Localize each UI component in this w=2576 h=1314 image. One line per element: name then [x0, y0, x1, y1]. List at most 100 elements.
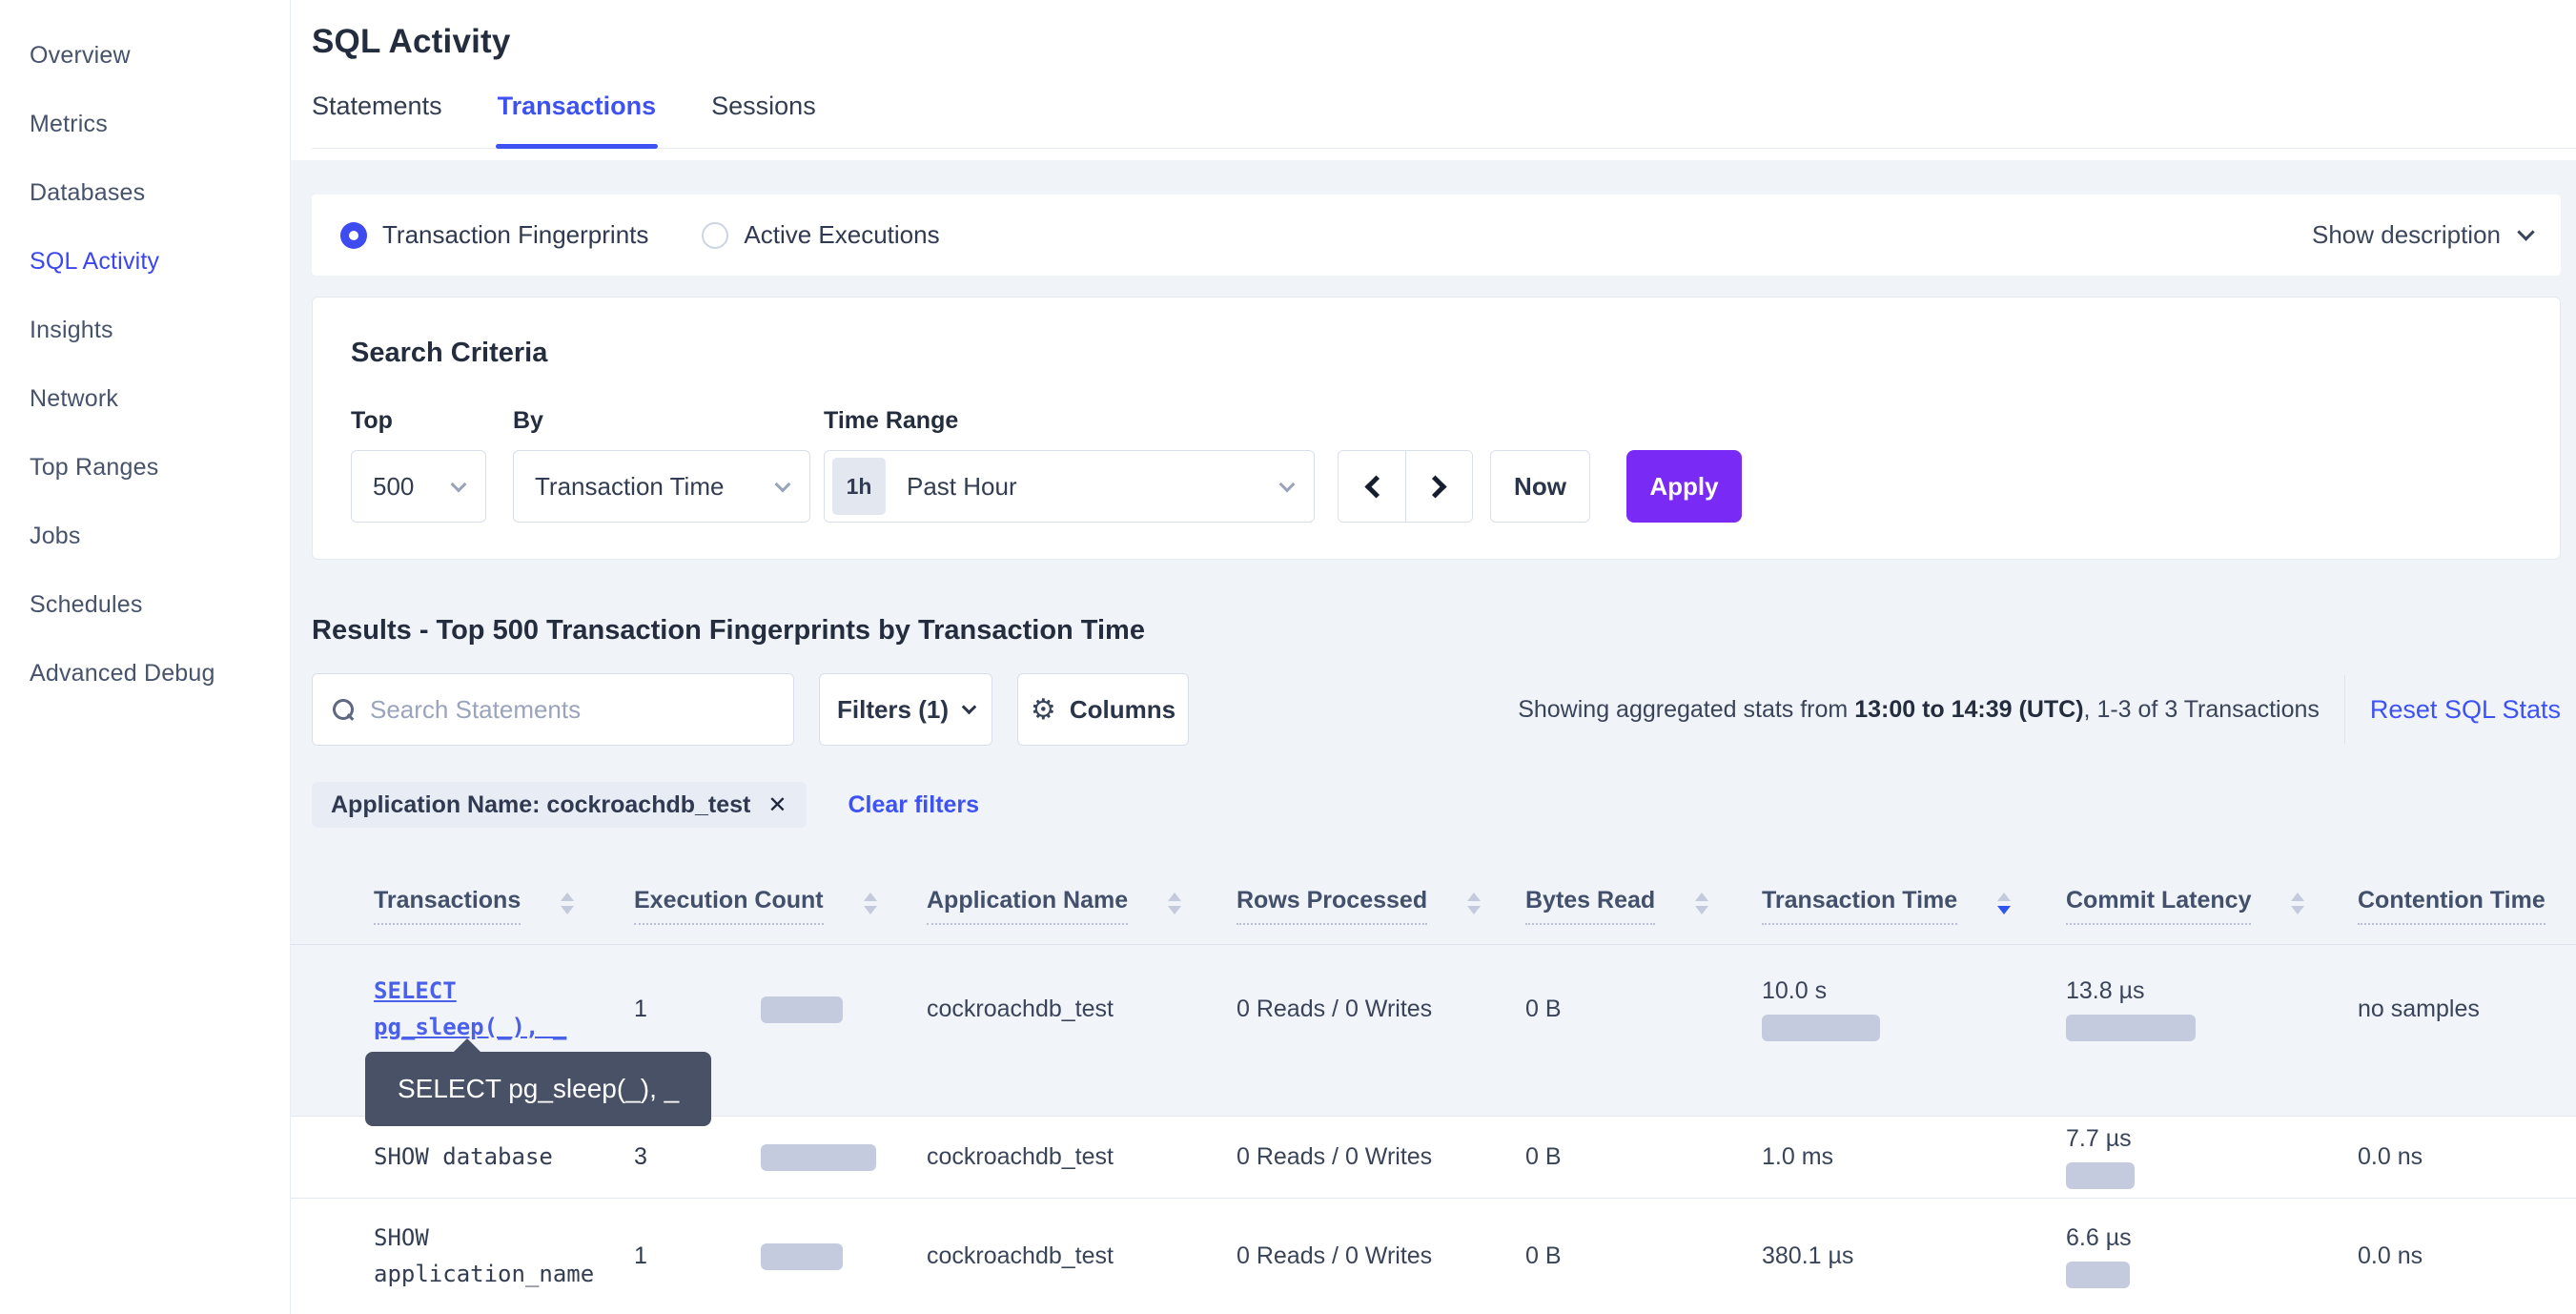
page-title: SQL Activity: [312, 23, 2576, 61]
content-area: Transaction Fingerprints Active Executio…: [291, 160, 2576, 1314]
column-header-label: Application Name: [927, 887, 1128, 925]
column-header-application-name[interactable]: Application Name: [927, 887, 1237, 925]
column-header-execution-count[interactable]: Execution Count: [634, 887, 927, 925]
sort-arrows-icon[interactable]: [1997, 893, 2011, 914]
column-header-transactions[interactable]: Transactions: [374, 887, 634, 925]
apply-button[interactable]: Apply: [1626, 450, 1742, 523]
transaction-fingerprint[interactable]: SHOW application_name: [374, 1224, 594, 1286]
close-icon[interactable]: ✕: [767, 791, 787, 819]
column-header-label: Contention Time: [2358, 887, 2545, 925]
radio-option-active-executions[interactable]: Active Executions: [702, 220, 939, 250]
execution-count-value: 3: [634, 1143, 682, 1171]
sort-arrows-icon[interactable]: [864, 893, 877, 914]
sidebar: Overview Metrics Databases SQL ActivityInsi…: [0, 0, 291, 1314]
search-statements-input[interactable]: [370, 695, 774, 725]
commit-latency-value: 13.8 µs: [2066, 977, 2145, 1005]
commit-latency-cell: 13.8 µs: [2066, 977, 2358, 1083]
sidebar-item-insights[interactable]: Insights: [0, 296, 290, 364]
rows-processed-cell: 0 Reads / 0 Writes: [1237, 1143, 1525, 1171]
transaction-time-value: 380.1 µs: [1762, 1242, 1853, 1270]
clear-filters-link[interactable]: Clear filters: [848, 791, 980, 819]
chevron-down-icon: [775, 477, 791, 493]
reset-sql-stats-link[interactable]: Reset SQL Stats: [2370, 695, 2561, 725]
toolbar-right: Showing aggregated stats from 13:00 to 1…: [1518, 675, 2561, 744]
sort-arrows-icon[interactable]: [1695, 893, 1708, 914]
radio-option-label: Transaction Fingerprints: [382, 220, 648, 250]
transaction-fingerprint[interactable]: SHOW database: [374, 1143, 553, 1170]
main-area: SQL Activity Statements Transactions Sessi…: [291, 0, 2576, 1314]
gear-icon: ⚙: [1031, 693, 1056, 727]
top-select[interactable]: 500: [351, 450, 486, 523]
sidebar-item-label: Databases: [30, 179, 145, 207]
transactions-table: Transactions Execution Count Application…: [291, 868, 2576, 1314]
time-range-pager: [1338, 450, 1473, 523]
show-description-toggle[interactable]: Show description: [2312, 220, 2532, 250]
sidebar-item-databases[interactable]: Databases: [0, 158, 290, 227]
radio-option-label: Active Executions: [744, 220, 939, 250]
app-root: OverviewMetricsDatabasesSQL ActivityInsi…: [0, 0, 2576, 1314]
rows-processed-cell: 0 Reads / 0 Writes: [1237, 996, 1525, 1065]
sidebar-item-top-ranges[interactable]: Top Ranges: [0, 433, 290, 502]
column-header-contention-time[interactable]: Contention Time: [2358, 887, 2561, 925]
results-toolbar: Filters (1) ⚙ Columns Showing aggregated…: [312, 673, 2561, 746]
radio-option-transaction-fingerprints[interactable]: Transaction Fingerprints: [340, 220, 648, 250]
radio-icon: [702, 222, 728, 249]
tab-statements[interactable]: Statements: [312, 92, 442, 148]
execution-count-bar: [761, 1243, 843, 1270]
sidebar-item-overview[interactable]: Overview: [0, 21, 290, 90]
application-name-cell: cockroachdb_test: [927, 1143, 1237, 1171]
top-select-value: 500: [373, 472, 414, 502]
sort-arrows-icon[interactable]: [2291, 893, 2304, 914]
tab-transactions[interactable]: Transactions: [498, 92, 657, 148]
execution-count-cell: 3: [634, 1143, 927, 1171]
columns-button-label: Columns: [1070, 695, 1176, 725]
radio-icon: [340, 222, 367, 249]
view-toggle-radios: Transaction Fingerprints Active Executio…: [340, 220, 993, 250]
sort-arrows-icon[interactable]: [1467, 893, 1481, 914]
by-field: By Transaction Time: [513, 407, 810, 523]
sidebar-item-network[interactable]: Network: [0, 364, 290, 433]
sidebar-item-metrics[interactable]: Metrics: [0, 90, 290, 158]
column-header-transaction-time[interactable]: Transaction Time: [1762, 887, 2066, 925]
column-header-bytes-read[interactable]: Bytes Read: [1525, 887, 1762, 925]
view-toggle-bar: Transaction Fingerprints Active Executio…: [312, 195, 2561, 276]
now-button[interactable]: Now: [1490, 450, 1590, 523]
chevron-down-icon: [962, 700, 977, 715]
application-name-cell: cockroachdb_test: [927, 1242, 1237, 1270]
sort-arrows-icon[interactable]: [561, 893, 574, 914]
filters-button[interactable]: Filters (1): [819, 673, 992, 746]
filter-chip-application-name[interactable]: Application Name: cockroachdb_test ✕: [312, 782, 807, 828]
next-time-button[interactable]: [1405, 451, 1472, 522]
sidebar-item-label: Metrics: [30, 111, 108, 138]
chevron-down-icon: [1279, 477, 1296, 493]
prev-time-button[interactable]: [1339, 451, 1405, 522]
time-range-field: Time Range 1h Past Hour: [824, 407, 1315, 523]
commit-latency-bar: [2066, 1162, 2135, 1189]
columns-button[interactable]: ⚙ Columns: [1017, 673, 1189, 746]
search-criteria-form: Top 500 By Transaction Time: [351, 407, 2522, 523]
sidebar-item-advanced-debug[interactable]: Advanced Debug: [0, 639, 290, 708]
chevron-down-icon: [451, 477, 467, 493]
transaction-fingerprint[interactable]: SELECT pg_sleep(_), _: [374, 977, 566, 1039]
tab-sessions[interactable]: Sessions: [711, 92, 816, 148]
transaction-time-cell: 380.1 µs: [1762, 1242, 2066, 1270]
sort-arrows-icon[interactable]: [1168, 893, 1181, 914]
contention-time-cell: 0.0 ns: [2358, 1143, 2561, 1171]
stats-range: 13:00 to 14:39 (UTC): [1854, 696, 2083, 723]
aggregated-stats-text: Showing aggregated stats from 13:00 to 1…: [1518, 696, 2320, 724]
sidebar-item-sql-activity[interactable]: SQL Activity: [0, 227, 290, 296]
commit-latency-cell: 6.6 µs: [2066, 1224, 2358, 1288]
chevron-right-icon: [1423, 475, 1446, 498]
active-filters-row: Application Name: cockroachdb_test ✕ Cle…: [312, 782, 2561, 828]
by-label: By: [513, 407, 810, 435]
column-header-commit-latency[interactable]: Commit Latency: [2066, 887, 2358, 925]
transaction-time-cell: 10.0 s: [1762, 977, 2066, 1083]
column-header-rows-processed[interactable]: Rows Processed: [1237, 887, 1525, 925]
execution-count-cell: 1: [634, 1242, 927, 1270]
sidebar-item-jobs[interactable]: Jobs: [0, 502, 290, 570]
by-select[interactable]: Transaction Time: [513, 450, 810, 523]
column-header-label: Transactions: [374, 887, 521, 925]
sidebar-item-label: Network: [30, 385, 118, 413]
sidebar-item-schedules[interactable]: Schedules: [0, 570, 290, 639]
time-range-select[interactable]: 1h Past Hour: [824, 450, 1315, 523]
